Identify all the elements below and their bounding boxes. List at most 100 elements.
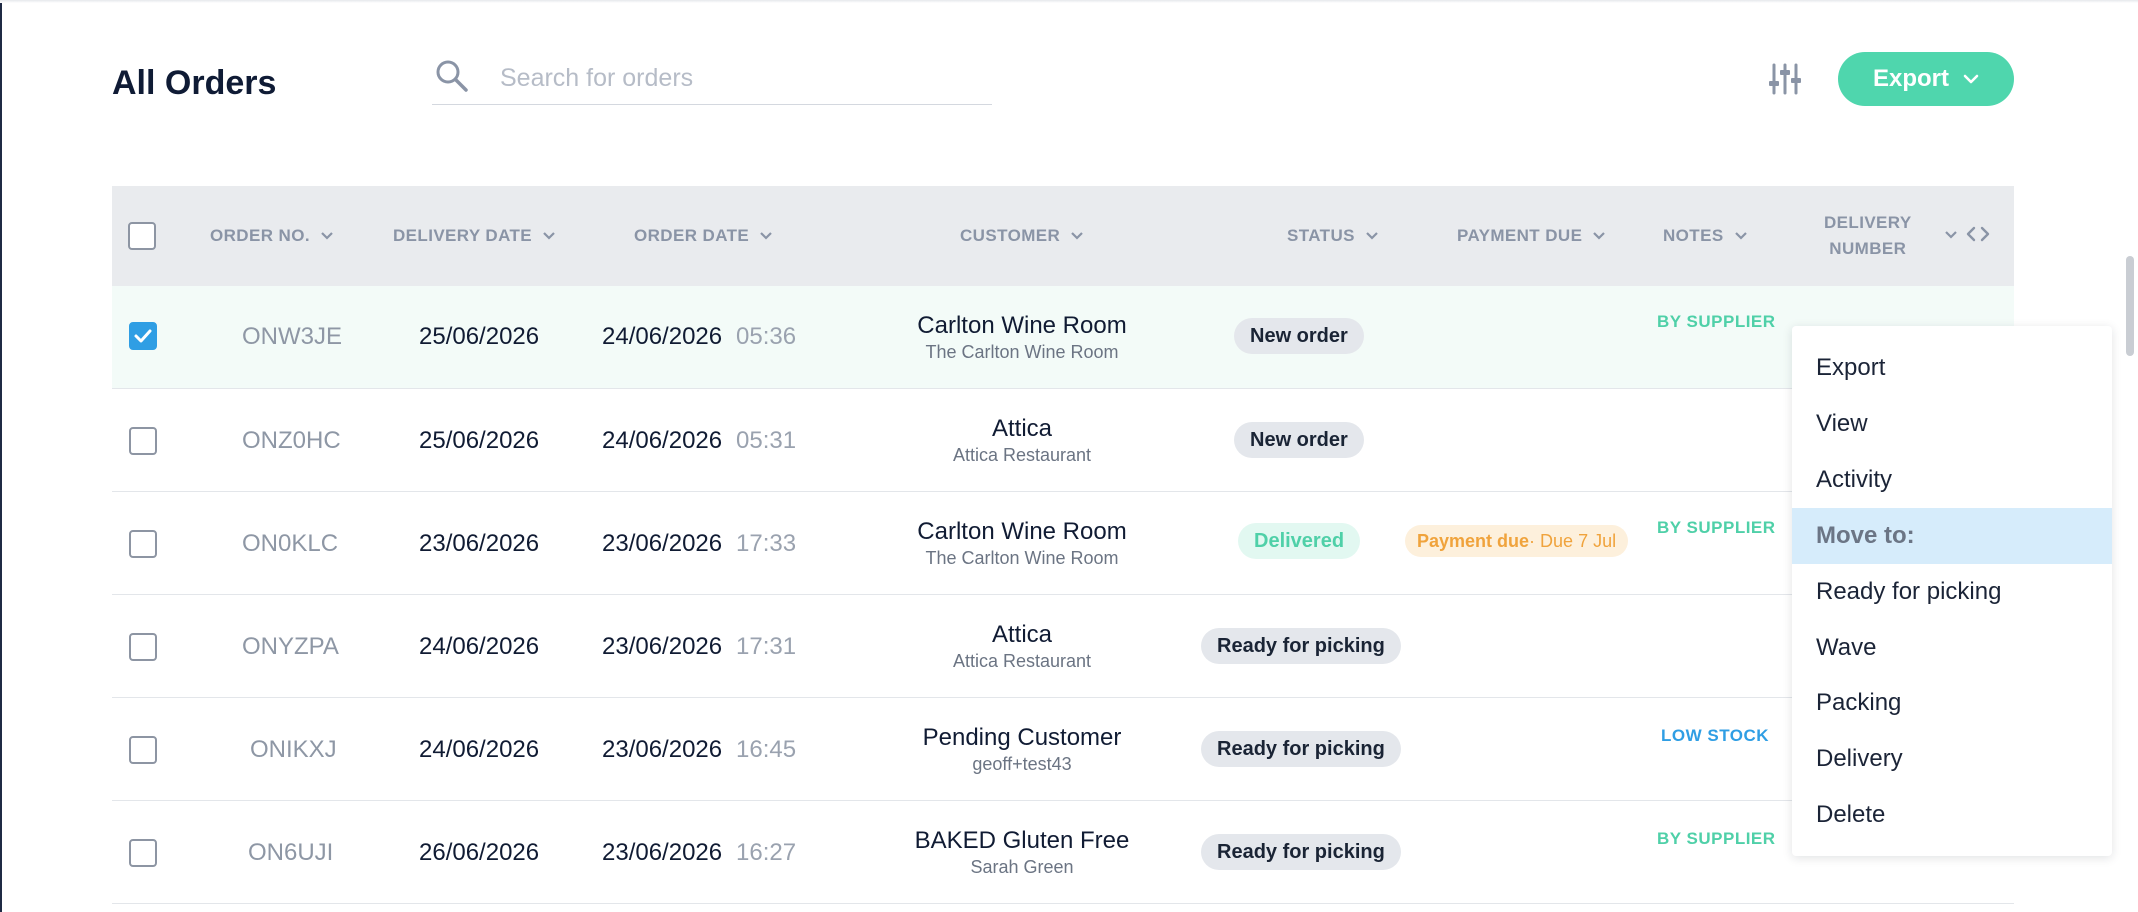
chevron-down-icon <box>1366 232 1378 240</box>
order-date: 24/06/2026 <box>602 323 723 350</box>
menu-item-label: Delete <box>1816 801 1886 828</box>
delivery-date: 24/06/2026 <box>419 633 540 660</box>
table-header: ORDER NO. DELIVERY DATE ORDER DATE CUSTO… <box>112 186 2014 286</box>
delivery-date: 23/06/2026 <box>419 530 540 557</box>
menu-item-ready-for-picking[interactable]: Ready for picking <box>1792 564 2112 620</box>
order-time: 05:36 <box>736 323 797 350</box>
row-checkbox[interactable] <box>129 530 157 558</box>
column-delivery-date[interactable]: DELIVERY DATE <box>393 186 556 286</box>
payment-due-detail: · Due 7 Jul <box>1529 530 1617 551</box>
order-number[interactable]: ONYZPA <box>242 633 339 661</box>
table-row[interactable]: ON0KLC 23/06/2026 23/06/2026 17:33 Carlt… <box>112 492 2014 595</box>
row-checkbox[interactable] <box>129 322 157 350</box>
order-date: 24/06/2026 <box>602 427 723 454</box>
export-button-label: Export <box>1872 65 1949 92</box>
table-row[interactable]: ON6UJI 26/06/2026 23/06/2026 16:27 BAKED… <box>112 801 2014 904</box>
select-all-checkbox[interactable] <box>128 222 156 250</box>
status-badge: Ready for picking <box>1201 628 1401 664</box>
menu-item-wave[interactable]: Wave <box>1792 620 2112 676</box>
column-label: DELIVERY DATE <box>393 226 533 245</box>
customer-company: The Carlton Wine Room <box>925 342 1119 362</box>
table-row[interactable]: ONIKXJ 24/06/2026 23/06/2026 16:45 Pendi… <box>112 698 2014 801</box>
context-menu: Export View Activity Move to: Ready for … <box>1792 326 2112 856</box>
customer-company: Sarah Green <box>970 857 1074 877</box>
status-badge: New order <box>1234 422 1364 458</box>
order-number[interactable]: ON6UJI <box>248 839 333 867</box>
order-time: 16:27 <box>736 839 797 866</box>
table-row[interactable]: ONW3JE 25/06/2026 24/06/2026 05:36 Carlt… <box>112 286 2014 389</box>
menu-item-label: Delivery <box>1816 745 1903 772</box>
column-label: STATUS <box>1287 226 1355 245</box>
customer-name: Pending Customer <box>922 724 1122 751</box>
menu-item-label: Packing <box>1816 689 1902 716</box>
note-label: LOW STOCK <box>1661 726 1770 745</box>
order-date: 23/06/2026 <box>602 530 723 557</box>
column-customer[interactable]: CUSTOMER <box>960 186 1084 286</box>
menu-item-label: View <box>1816 410 1868 437</box>
column-label: PAYMENT DUE <box>1457 226 1583 245</box>
chevron-down-icon <box>321 232 333 240</box>
menu-item-activity[interactable]: Activity <box>1792 452 2112 508</box>
payment-due-label: Payment due <box>1417 530 1530 551</box>
order-date: 23/06/2026 <box>602 633 723 660</box>
row-checkbox[interactable] <box>129 633 157 661</box>
customer-company: Attica Restaurant <box>952 651 1092 671</box>
note-label: BY SUPPLIER <box>1657 829 1776 848</box>
delivery-date: 26/06/2026 <box>419 839 540 866</box>
search-icon <box>436 60 468 92</box>
order-number[interactable]: ONIKXJ <box>250 736 337 764</box>
order-number[interactable]: ONW3JE <box>242 323 342 351</box>
filter-icon[interactable] <box>1766 62 1804 96</box>
column-order-date[interactable]: ORDER DATE <box>634 186 773 286</box>
order-number[interactable]: ON0KLC <box>242 530 338 558</box>
scrollbar[interactable] <box>2126 256 2134 356</box>
customer-name: Attica <box>991 621 1053 648</box>
row-checkbox[interactable] <box>129 427 157 455</box>
export-button[interactable]: Export <box>1838 52 2014 106</box>
menu-item-export[interactable]: Export <box>1792 340 2112 396</box>
table-row[interactable]: ONYZPA 24/06/2026 23/06/2026 17:31 Attic… <box>112 595 2014 698</box>
menu-item-label: Wave <box>1816 634 1877 661</box>
customer: Carlton Wine Room The Carlton Wine Room <box>872 518 1172 569</box>
menu-item-packing[interactable]: Packing <box>1792 675 2112 731</box>
menu-item-label: Export <box>1816 354 1886 381</box>
order-time: 16:45 <box>736 736 797 763</box>
column-label: NOTES <box>1663 226 1724 245</box>
chevron-down-icon <box>543 232 555 240</box>
customer: Pending Customer geoff+test43 <box>872 724 1172 775</box>
expand-columns-icon[interactable] <box>1966 226 1990 242</box>
row-checkbox[interactable] <box>129 736 157 764</box>
chevron-down-icon <box>760 232 772 240</box>
status-badge: Delivered <box>1238 523 1361 559</box>
customer-company: geoff+test43 <box>972 754 1072 774</box>
chevron-down-icon[interactable] <box>1944 230 1958 240</box>
column-order-no[interactable]: ORDER NO. <box>210 186 334 286</box>
order-time: 17:31 <box>736 633 797 660</box>
column-notes[interactable]: NOTES <box>1663 186 1748 286</box>
customer-company: Attica Restaurant <box>952 445 1092 465</box>
note-label: BY SUPPLIER <box>1657 312 1776 331</box>
page-title: All Orders <box>112 64 277 102</box>
column-delivery-number[interactable]: DELIVERY NUMBER <box>1824 186 1912 286</box>
search-input[interactable] <box>498 60 982 96</box>
menu-item-delivery[interactable]: Delivery <box>1792 731 2112 787</box>
column-status[interactable]: STATUS <box>1287 186 1379 286</box>
customer: Attica Attica Restaurant <box>872 621 1172 672</box>
menu-item-view[interactable]: View <box>1792 396 2112 452</box>
chevron-down-icon <box>1963 74 1979 84</box>
chevron-down-icon <box>1734 232 1747 240</box>
order-date: 23/06/2026 <box>602 839 723 866</box>
menu-item-label: Move to: <box>1816 522 1915 549</box>
customer: Carlton Wine Room The Carlton Wine Room <box>872 312 1172 363</box>
status-badge: Ready for picking <box>1201 731 1401 767</box>
column-payment-due[interactable]: PAYMENT DUE <box>1457 186 1606 286</box>
note-label: BY SUPPLIER <box>1657 518 1776 537</box>
status-badge: Ready for picking <box>1201 834 1401 870</box>
menu-item-label: Activity <box>1816 466 1893 493</box>
menu-item-delete[interactable]: Delete <box>1792 787 2112 843</box>
table-row[interactable]: ONZ0HC 25/06/2026 24/06/2026 05:31 Attic… <box>112 389 2014 492</box>
order-number[interactable]: ONZ0HC <box>242 427 341 455</box>
row-checkbox[interactable] <box>129 839 157 867</box>
column-label-line2: NUMBER <box>1829 239 1907 258</box>
customer-company: The Carlton Wine Room <box>925 548 1119 568</box>
